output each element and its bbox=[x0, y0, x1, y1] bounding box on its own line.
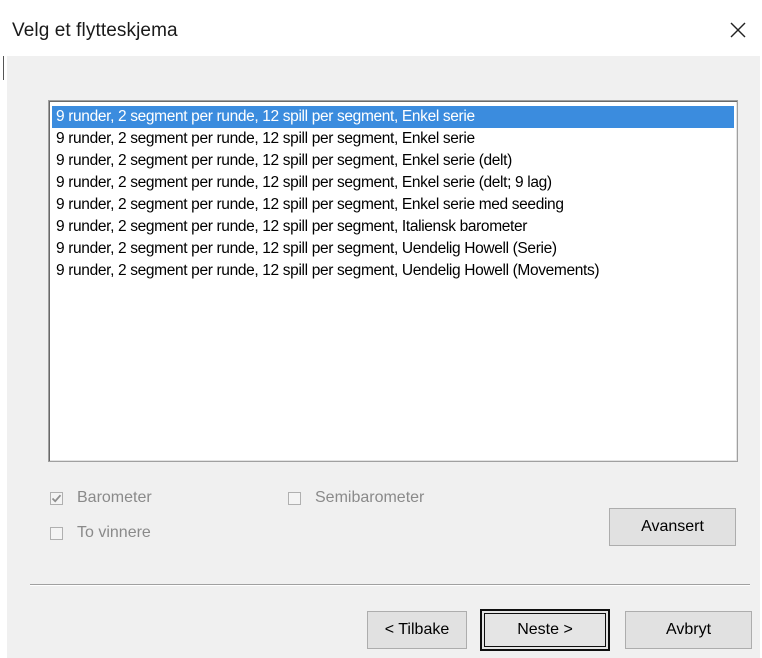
list-item[interactable]: 9 runder, 2 segment per runde, 12 spill … bbox=[52, 106, 734, 128]
close-button[interactable] bbox=[724, 16, 752, 44]
list-item[interactable]: 9 runder, 2 segment per runde, 12 spill … bbox=[52, 238, 734, 260]
semibarometer-label: Semibarometer bbox=[315, 489, 425, 506]
barometer-label: Barometer bbox=[77, 489, 152, 506]
list-item[interactable]: 9 runder, 2 segment per runde, 12 spill … bbox=[52, 172, 734, 194]
list-item[interactable]: 9 runder, 2 segment per runde, 12 spill … bbox=[52, 150, 734, 172]
barometer-option[interactable]: Barometer bbox=[50, 489, 152, 507]
window-left-edge bbox=[0, 56, 7, 658]
list-item[interactable]: 9 runder, 2 segment per runde, 12 spill … bbox=[52, 260, 734, 282]
list-item[interactable]: 9 runder, 2 segment per runde, 12 spill … bbox=[52, 216, 734, 238]
cancel-button[interactable]: Avbryt bbox=[625, 611, 752, 649]
to-vinnere-option[interactable]: To vinnere bbox=[50, 524, 151, 542]
list-item[interactable]: 9 runder, 2 segment per runde, 12 spill … bbox=[52, 194, 734, 216]
barometer-checkbox[interactable] bbox=[50, 491, 63, 505]
list-item[interactable]: 9 runder, 2 segment per runde, 12 spill … bbox=[52, 128, 734, 150]
to-vinnere-label: To vinnere bbox=[77, 524, 151, 541]
close-icon bbox=[730, 22, 746, 38]
semibarometer-option[interactable]: Semibarometer bbox=[288, 489, 424, 507]
movement-listbox[interactable]: 9 runder, 2 segment per runde, 12 spill … bbox=[48, 100, 738, 462]
window-title: Velg et flytteskjema bbox=[12, 20, 178, 41]
to-vinnere-checkbox[interactable] bbox=[50, 526, 63, 540]
title-bar: Velg et flytteskjema bbox=[0, 0, 762, 56]
checkmark-icon bbox=[51, 494, 62, 503]
button-separator bbox=[30, 584, 750, 586]
next-button[interactable]: Neste > bbox=[480, 609, 610, 651]
semibarometer-checkbox[interactable] bbox=[288, 491, 301, 505]
advanced-button[interactable]: Avansert bbox=[609, 508, 736, 546]
back-button[interactable]: < Tilbake bbox=[367, 611, 467, 649]
